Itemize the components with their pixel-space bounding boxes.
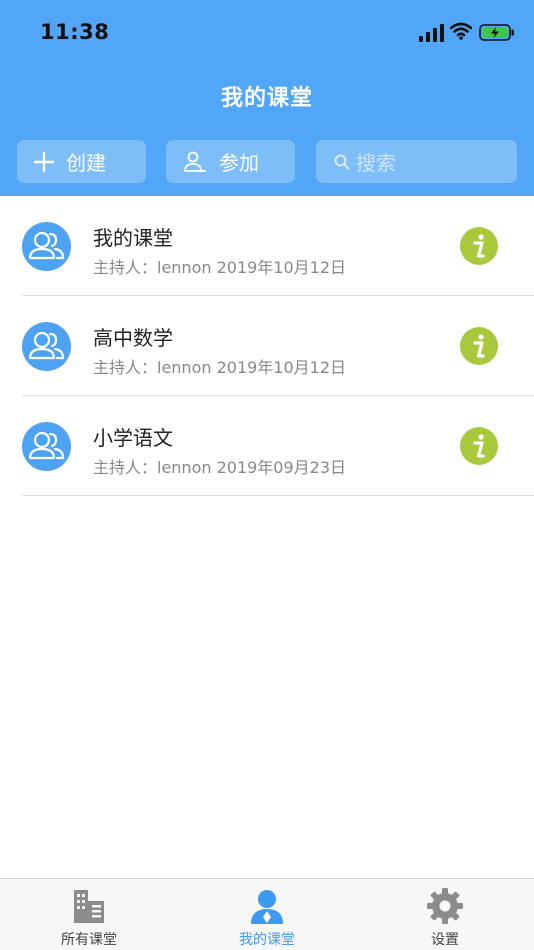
tab-label: 设置 [431,932,459,948]
class-avatar-icon [22,322,71,371]
tab-settings[interactable]: 设置 [356,879,534,950]
status-bar: 11:38 [0,0,534,66]
class-host-date: 主持人：lennon 2019年09月23日 [93,458,347,477]
list-item[interactable]: 高中数学 主持人：lennon 2019年10月12日 [0,296,534,396]
class-host-date: 主持人：lennon 2019年10月12日 [93,258,347,277]
search-input[interactable]: 搜索 [316,140,517,183]
class-list: 我的课堂 主持人：lennon 2019年10月12日 高中数学 主持人：len… [0,196,534,496]
battery-charging-icon [479,24,514,41]
info-icon[interactable] [460,427,498,465]
info-icon[interactable] [460,327,498,365]
class-avatar-icon [22,222,71,271]
join-button-label: 参加 [219,151,259,175]
class-avatar-icon [22,422,71,471]
row-divider [22,495,534,496]
tab-label: 所有课堂 [61,932,117,948]
status-time: 11:38 [40,20,110,44]
join-button[interactable]: 参加 [166,140,295,183]
tab-bar: 所有课堂 我的课堂 设置 [0,878,534,950]
tab-label: 我的课堂 [239,932,295,948]
class-name: 高中数学 [93,326,173,350]
app-header: 11:38 我的课堂 创建 参加 搜索 [0,0,534,196]
join-user-icon [184,151,206,172]
create-button-label: 创建 [66,151,106,175]
tab-all-classes[interactable]: 所有课堂 [0,879,178,950]
create-button[interactable]: 创建 [17,140,146,183]
class-name: 小学语文 [93,426,173,450]
class-host-date: 主持人：lennon 2019年10月12日 [93,358,347,377]
search-placeholder: 搜索 [356,151,396,175]
info-icon[interactable] [460,227,498,265]
building-icon [74,890,104,923]
wifi-icon [450,22,472,40]
gear-icon [427,888,463,924]
list-item[interactable]: 小学语文 主持人：lennon 2019年09月23日 [0,396,534,496]
plus-icon [34,151,54,172]
search-icon [334,154,350,169]
cellular-signal-icon [419,24,444,42]
page-title: 我的课堂 [220,86,313,111]
list-item[interactable]: 我的课堂 主持人：lennon 2019年10月12日 [0,196,534,296]
user-icon [251,890,283,924]
tab-my-classes[interactable]: 我的课堂 [178,879,356,950]
class-name: 我的课堂 [93,226,173,250]
